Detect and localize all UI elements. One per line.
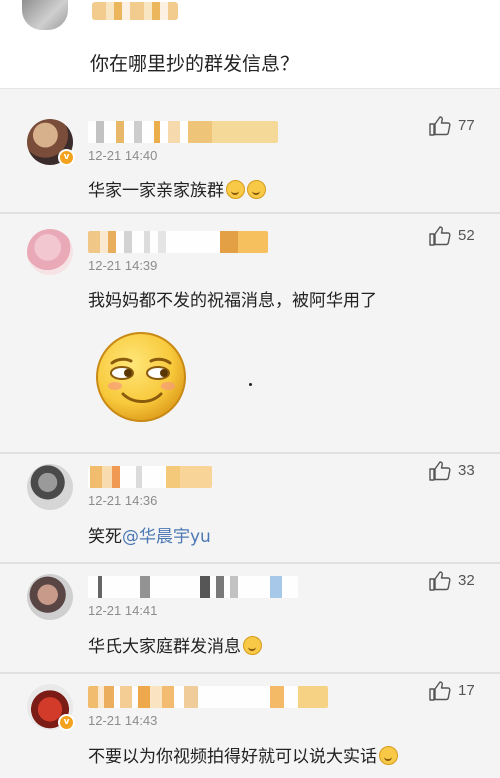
- post-text: 你在哪里抄的群发信息？: [90, 53, 300, 75]
- thumbs-up-icon: [429, 461, 451, 481]
- verified-badge-icon: v: [58, 149, 75, 166]
- comment-text: 华家一家亲家族群: [88, 176, 266, 201]
- comment-item[interactable]: 12-21 14:39 我妈妈都不发的祝福消息，被阿华用了 52: [0, 225, 500, 453]
- smile-emoji-icon: [247, 180, 266, 199]
- divider: [0, 212, 500, 214]
- comment-text-body: 不要以为你视频拍得好就可以说大实话: [88, 747, 377, 767]
- comment-time: 12-21 14:41: [88, 603, 158, 618]
- comment-item[interactable]: 12-21 14:41 华氏大家庭群发消息 32: [0, 570, 500, 670]
- comment-item[interactable]: v 12-21 14:40 华家一家亲家族群 77: [0, 115, 500, 211]
- comment-text: 我妈妈都不发的祝福消息，被阿华用了: [88, 291, 377, 311]
- like-count: 32: [458, 572, 475, 589]
- comment-text-body: 笑死: [88, 527, 122, 547]
- divider: [0, 452, 500, 454]
- avatar[interactable]: [27, 574, 73, 620]
- avatar[interactable]: [22, 0, 68, 30]
- thumbs-up-icon: [429, 681, 451, 701]
- like-button[interactable]: 33: [428, 460, 498, 484]
- smirk-emoji-icon: [95, 331, 187, 423]
- verified-badge-icon: v: [58, 714, 75, 731]
- blurred-username[interactable]: [88, 686, 328, 708]
- smile-emoji-icon: [226, 180, 245, 199]
- blurred-username[interactable]: [88, 231, 268, 253]
- like-button[interactable]: 52: [428, 225, 498, 249]
- divider: [0, 672, 500, 674]
- comment-text: 笑死@华晨宇yu: [88, 522, 211, 547]
- comment-text-body: 华氏大家庭群发消息: [88, 637, 241, 657]
- avatar[interactable]: [27, 229, 73, 275]
- comment-time: 12-21 14:40: [88, 148, 158, 163]
- avatar[interactable]: [27, 464, 73, 510]
- smile-emoji-icon: [379, 746, 398, 765]
- blurred-username[interactable]: [88, 466, 212, 488]
- like-button[interactable]: 77: [428, 115, 498, 139]
- comment-time: 12-21 14:39: [88, 258, 158, 273]
- like-count: 52: [458, 227, 475, 244]
- comment-item[interactable]: 12-21 14:36 笑死@华晨宇yu 33: [0, 460, 500, 560]
- thumbs-up-icon: [429, 571, 451, 591]
- comment-text: 华氏大家庭群发消息: [88, 632, 262, 657]
- smile-emoji-icon: [243, 636, 262, 655]
- like-count: 17: [458, 682, 475, 699]
- like-count: 77: [458, 117, 475, 134]
- like-button[interactable]: 17: [428, 680, 498, 704]
- comment-time: 12-21 14:43: [88, 713, 158, 728]
- thumbs-up-icon: [429, 116, 451, 136]
- blurred-username[interactable]: [92, 2, 178, 20]
- dot-mark: [249, 383, 252, 386]
- blurred-username[interactable]: [88, 121, 278, 143]
- like-button[interactable]: 32: [428, 570, 498, 594]
- comment-time: 12-21 14:36: [88, 493, 158, 508]
- thumbs-up-icon: [429, 226, 451, 246]
- comment-text: 不要以为你视频拍得好就可以说大实话: [88, 742, 398, 767]
- top-post-card: 你在哪里抄的群发信息？: [0, 0, 500, 89]
- blurred-username[interactable]: [88, 576, 298, 598]
- comment-item[interactable]: v 12-21 14:43 不要以为你视频拍得好就可以说大实话 17: [0, 680, 500, 778]
- like-count: 33: [458, 462, 475, 479]
- divider: [0, 562, 500, 564]
- comment-text-body: 华家一家亲家族群: [88, 181, 224, 201]
- mention-link[interactable]: @华晨宇yu: [122, 527, 211, 547]
